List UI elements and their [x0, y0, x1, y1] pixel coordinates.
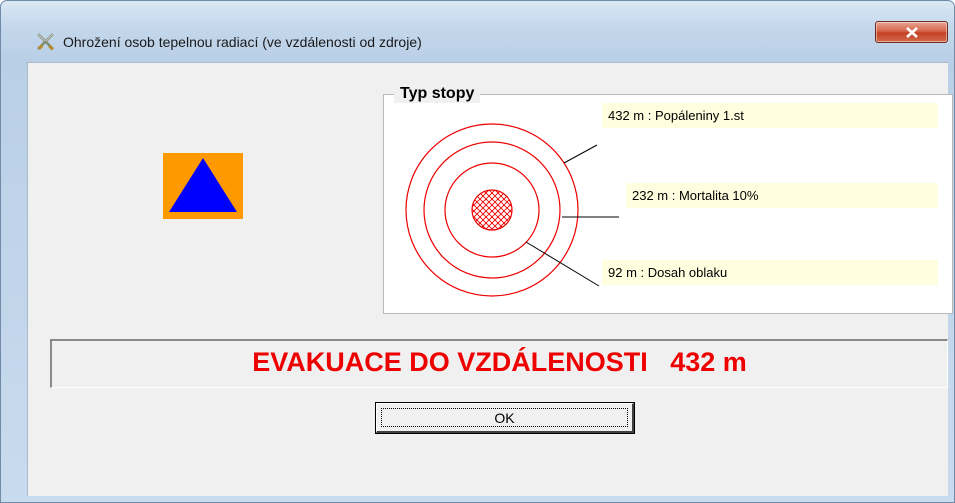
ok-button[interactable]: OK: [375, 402, 635, 434]
ok-button-label: OK: [381, 408, 628, 427]
leader-line-outer: [563, 144, 598, 164]
callout-inner-zone: 92 m : Dosah oblaku: [602, 260, 938, 285]
crossed-swords-icon: [35, 31, 57, 53]
civil-protection-triangle-icon: [163, 153, 243, 219]
title-bar[interactable]: [1, 1, 954, 31]
evacuation-text: EVAKUACE DO VZDÁLENOSTI 432 m: [252, 347, 747, 377]
group-title: Typ stopy: [394, 85, 481, 103]
dialog-window: Ohrožení osob tepelnou radiací (ve vzdál…: [0, 0, 955, 503]
callout-middle-zone: 232 m : Mortalita 10%: [626, 183, 938, 208]
inner-hatched-zone: [471, 189, 513, 231]
close-x-icon: [906, 27, 918, 38]
callout-outer-zone: 432 m : Popáleniny 1.st: [602, 103, 938, 128]
evacuation-banner: EVAKUACE DO VZDÁLENOSTI 432 m: [50, 339, 948, 388]
window-title: Ohrožení osob tepelnou radiací (ve vzdál…: [63, 34, 422, 50]
dialog-client-area: Typ stopy 432 m : Popáleniny 1.st 232 m …: [27, 62, 953, 496]
close-button[interactable]: [875, 21, 948, 43]
leader-line-inner: [525, 241, 600, 287]
